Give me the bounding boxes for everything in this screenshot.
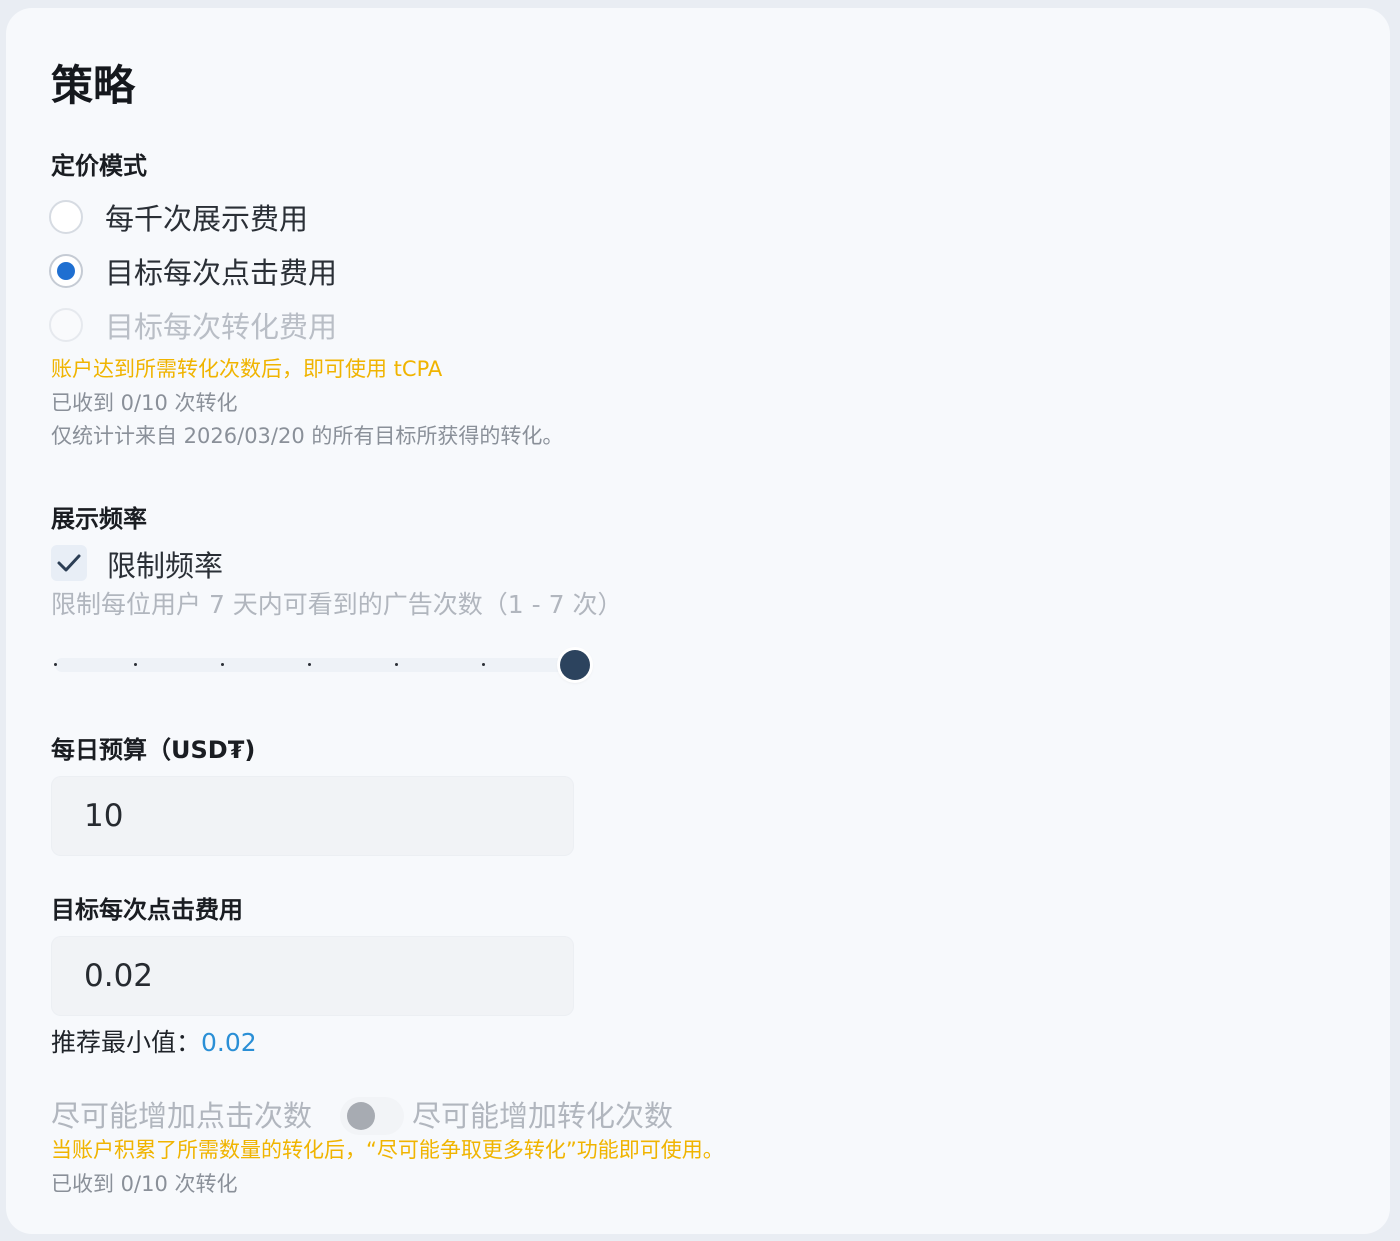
radio-label-target-cpc: 目标每次点击费用 <box>105 256 338 290</box>
radio-target-cpa: 目标每次转化费用 <box>49 305 337 345</box>
frequency-slider-thumb[interactable] <box>560 650 590 680</box>
optimization-warning: 当账户积累了所需数量的转化后，“尽可能争取更多转化”功能即可使用。 <box>51 1138 724 1162</box>
optimization-conversions-received: 已收到 0/10 次转化 <box>51 1172 238 1196</box>
radio-label-target-cpa: 目标每次转化费用 <box>105 310 338 344</box>
check-icon <box>57 554 81 572</box>
slider-tick <box>221 663 224 666</box>
frequency-description: 限制每位用户 7 天内可看到的广告次数（1 - 7 次） <box>51 590 623 619</box>
page-title: 策略 <box>51 61 136 110</box>
radio-button-disabled <box>49 308 83 342</box>
radio-target-cpc[interactable]: 目标每次点击费用 <box>49 251 337 291</box>
maximize-conversions-label: 尽可能增加转化次数 <box>412 1099 674 1133</box>
target-cpc-input[interactable]: 0.02 <box>51 936 574 1016</box>
radio-button-checked[interactable] <box>49 254 83 288</box>
recommended-min-label: 推荐最小值： <box>51 1028 202 1057</box>
daily-budget-input[interactable]: 10 <box>51 776 574 856</box>
tcpa-warning: 账户达到所需转化次数后，即可使用 tCPA <box>51 357 443 381</box>
radio-cpm[interactable]: 每千次展示费用 <box>49 197 308 237</box>
slider-tick <box>54 663 57 666</box>
limit-frequency-label: 限制频率 <box>107 549 224 583</box>
recommended-min-value: 0.02 <box>201 1028 257 1057</box>
stats-note: 仅统计计来自 2026/03/20 的所有目标所获得的转化。 <box>51 424 564 448</box>
target-cpc-label: 目标每次点击费用 <box>51 896 243 924</box>
pricing-mode-label: 定价模式 <box>51 152 147 180</box>
limit-frequency-checkbox[interactable] <box>51 545 87 581</box>
slider-tick <box>134 663 137 666</box>
conversions-received: 已收到 0/10 次转化 <box>51 391 238 415</box>
daily-budget-label: 每日预算（USD₮) <box>51 736 256 764</box>
frequency-label: 展示频率 <box>51 505 147 533</box>
recommended-min: 推荐最小值：0.02 <box>51 1023 257 1059</box>
slider-tick <box>482 663 485 666</box>
slider-tick <box>308 663 311 666</box>
maximize-clicks-label: 尽可能增加点击次数 <box>51 1099 313 1133</box>
strategy-card: 策略 定价模式 每千次展示费用 目标每次点击费用 目标每次转化费用 账户达到所需… <box>6 8 1390 1234</box>
toggle-knob <box>347 1102 375 1130</box>
radio-button-unchecked[interactable] <box>49 200 83 234</box>
radio-label-cpm: 每千次展示费用 <box>105 202 309 236</box>
slider-tick <box>395 663 398 666</box>
